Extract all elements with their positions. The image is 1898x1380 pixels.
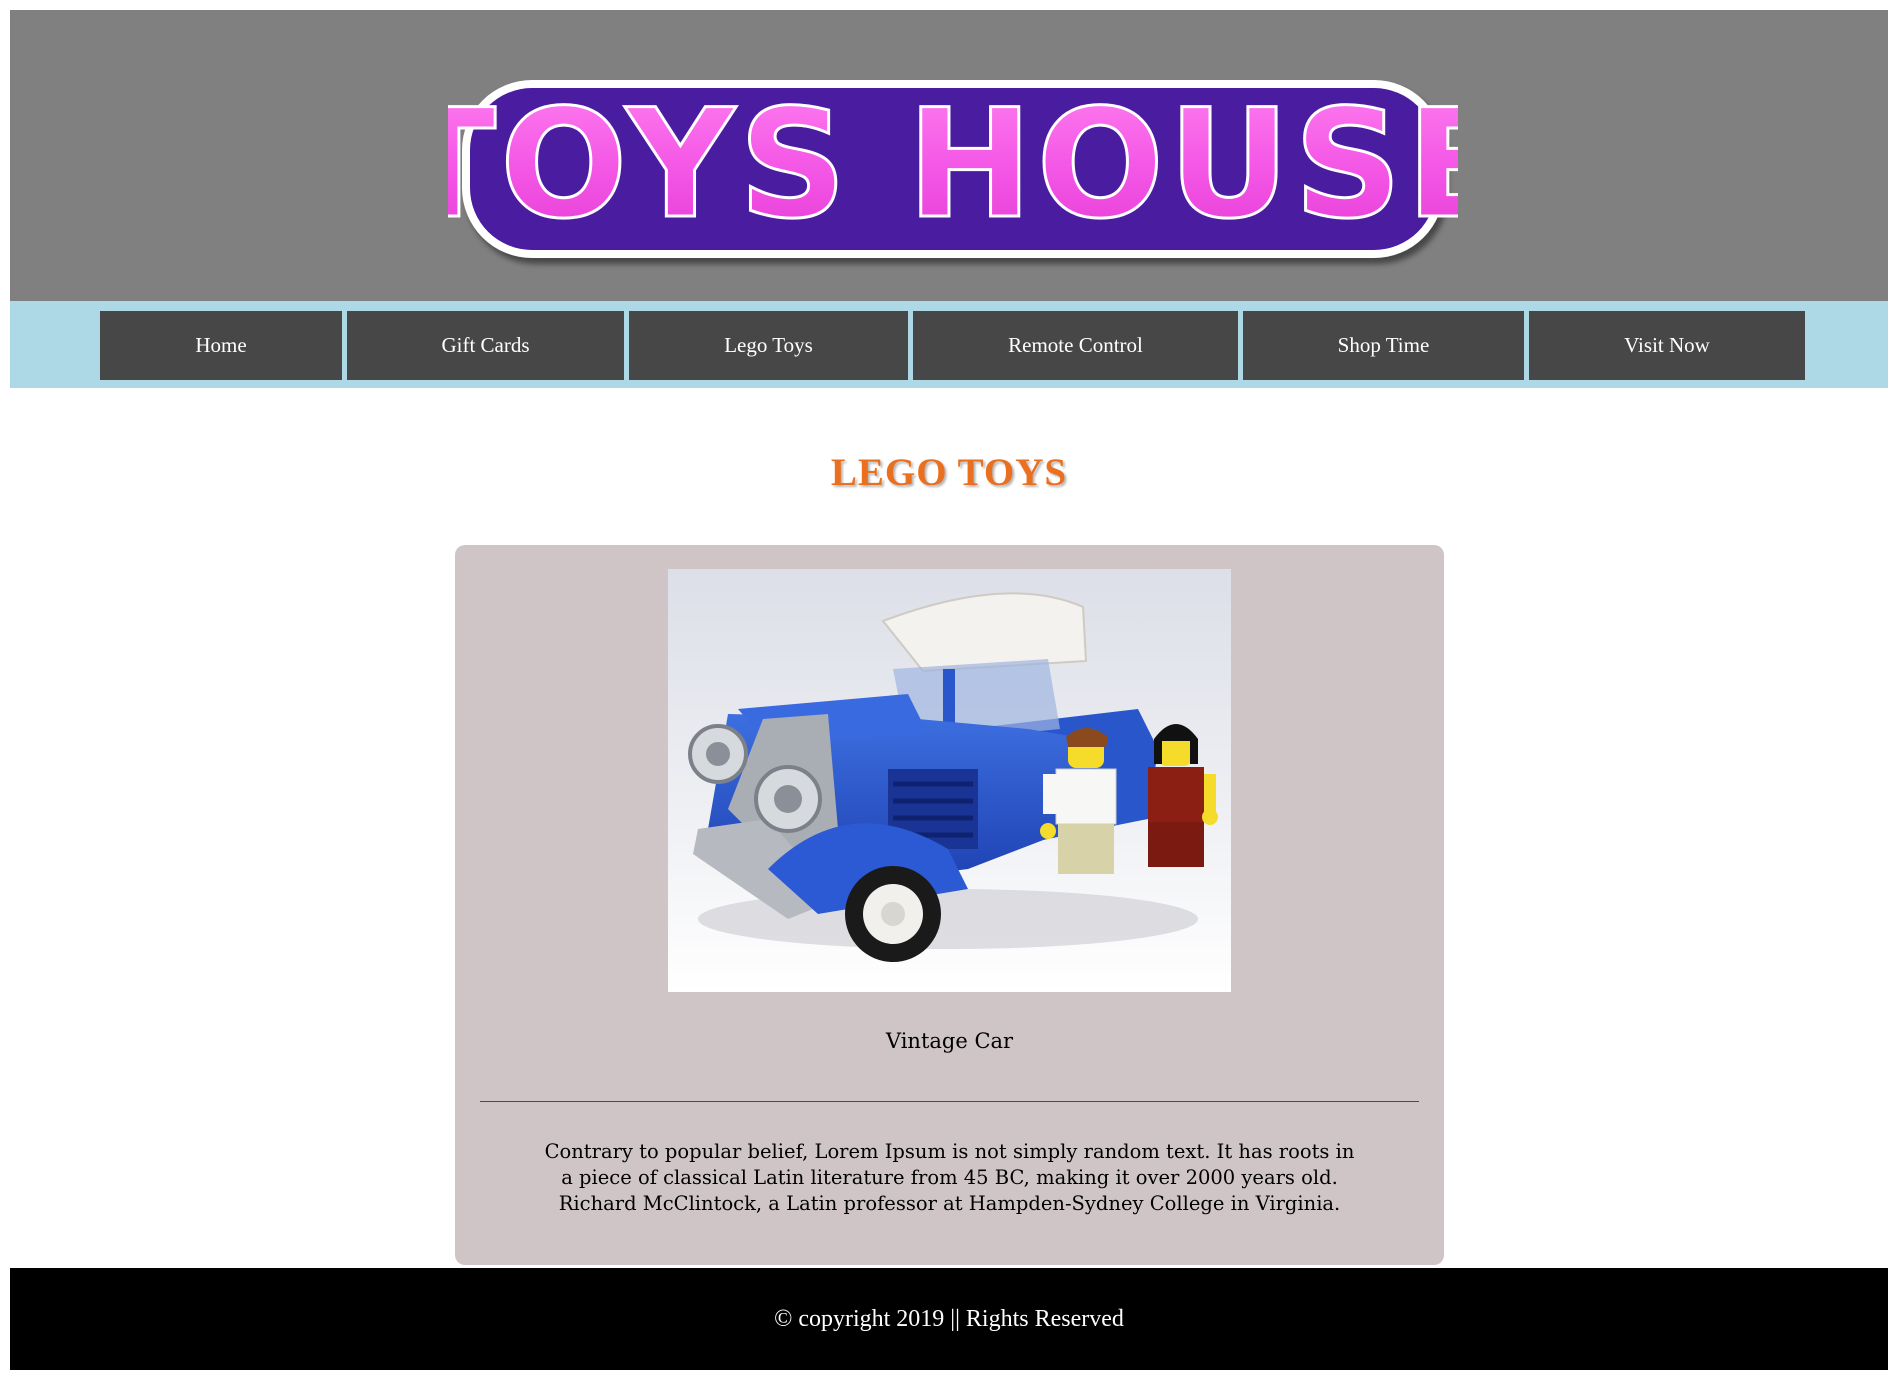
nav-item-shop-time[interactable]: Shop Time xyxy=(1243,311,1524,380)
product-description: Contrary to popular belief, Lorem Ipsum … xyxy=(544,1140,1355,1215)
site-header: TOYS HOUSE xyxy=(10,10,1888,301)
nav-item-lego-toys[interactable]: Lego Toys xyxy=(629,311,908,380)
copyright-text: © copyright 2019 || Rights Reserved xyxy=(774,1305,1124,1332)
logo-text: TOYS HOUSE xyxy=(448,78,1458,252)
product-caption: Vintage Car xyxy=(885,1029,1014,1053)
nav-item-home[interactable]: Home xyxy=(100,311,342,380)
toys-house-logo[interactable]: TOYS HOUSE xyxy=(448,58,1458,278)
page: TOYS HOUSE Home Gift Cards Lego Toys Rem… xyxy=(10,10,1888,1370)
main-nav: Home Gift Cards Lego Toys Remote Control… xyxy=(10,301,1888,388)
nav-item-gift-cards[interactable]: Gift Cards xyxy=(347,311,624,380)
divider xyxy=(480,1101,1419,1102)
nav-item-visit-now[interactable]: Visit Now xyxy=(1529,311,1805,380)
nav-item-remote-control[interactable]: Remote Control xyxy=(913,311,1238,380)
vintage-car-image[interactable] xyxy=(668,569,1231,992)
product-card: Vintage Car Contrary to popular belief, … xyxy=(455,545,1444,1265)
page-title: LEGO TOYS xyxy=(830,451,1068,494)
site-footer: © copyright 2019 || Rights Reserved xyxy=(10,1268,1888,1370)
